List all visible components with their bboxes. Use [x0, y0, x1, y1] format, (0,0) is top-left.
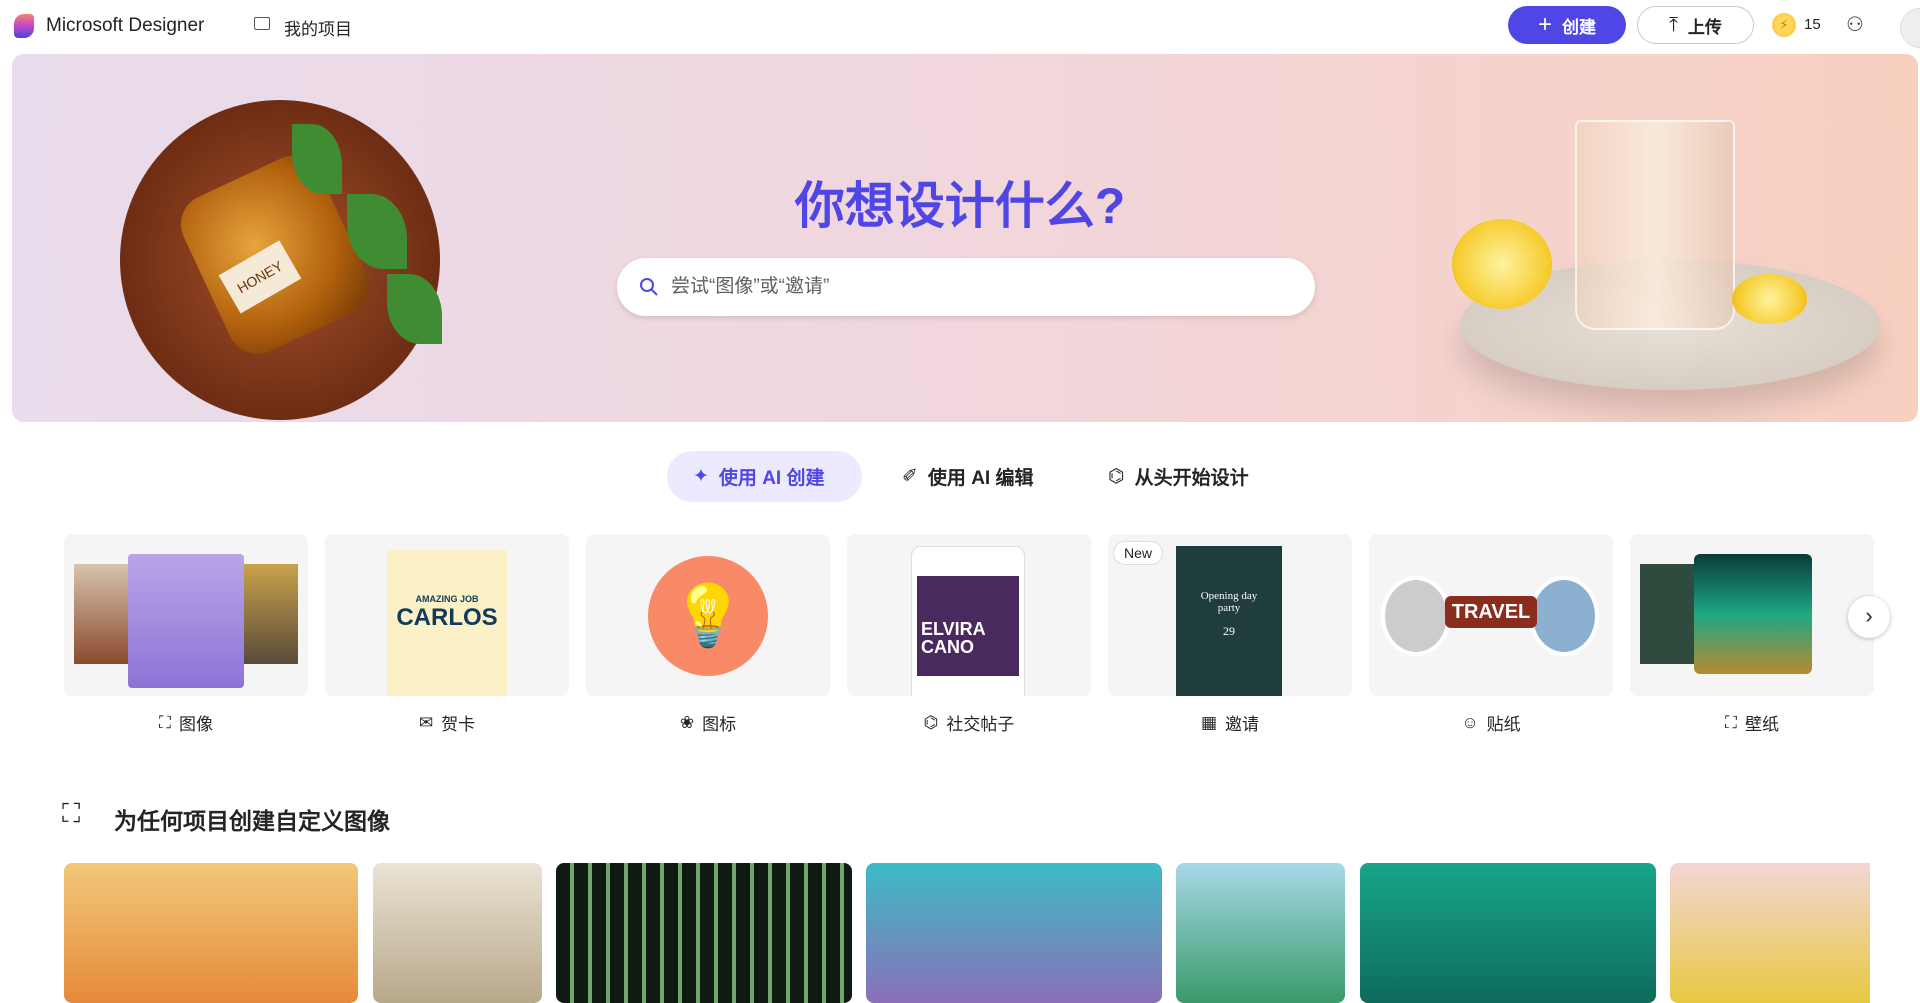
invitation-art: Opening day party 29	[1176, 546, 1282, 696]
label-text: 图像	[178, 715, 213, 734]
social-post-art: ELVIRA CANO	[917, 576, 1019, 676]
search-box[interactable]	[617, 258, 1315, 316]
label-text: 贺卡	[441, 715, 476, 734]
card-label-social[interactable]: ⌬ 社交帖子	[847, 710, 1091, 735]
tab-edit-with-ai[interactable]: ✐ 使用 AI 编辑	[876, 451, 1059, 502]
calendar-icon: ▦	[1200, 712, 1218, 732]
gallery-image[interactable]	[866, 863, 1162, 1003]
aurora-art	[1694, 554, 1812, 674]
invite-day: 29	[1223, 624, 1235, 638]
image-sparkle-icon: ⛶	[62, 798, 81, 828]
tab-label: 使用 AI 编辑	[927, 468, 1034, 489]
wallpaper-icon: ⛶	[1725, 712, 1737, 732]
image-sparkle-icon: ⛶	[159, 712, 171, 732]
credits-coin-icon[interactable]: ⚡	[1772, 13, 1796, 37]
tab-label: 使用 AI 创建	[718, 468, 825, 489]
shapes-icon: ⌬	[1108, 466, 1125, 487]
card-label-sticker[interactable]: ☺ 贴纸	[1369, 710, 1613, 735]
ice-cream-art	[128, 554, 244, 688]
sticker-art	[1529, 576, 1599, 656]
sticker-icon: ☺	[1461, 712, 1479, 732]
card-label-wallpaper[interactable]: ⛶ 壁纸	[1630, 710, 1874, 735]
label-text: 贴纸	[1486, 715, 1521, 734]
card-image[interactable]	[64, 534, 308, 696]
designer-logo[interactable]	[14, 14, 34, 38]
search-icon	[640, 278, 658, 296]
label-text: 社交帖子	[946, 715, 1015, 734]
gallery-image[interactable]	[1176, 863, 1345, 1003]
upload-button[interactable]: ⤒ 上传	[1637, 6, 1754, 44]
lemon-slice-image	[1732, 274, 1807, 324]
gallery-image[interactable]	[373, 863, 542, 1003]
gallery-image[interactable]	[1670, 863, 1870, 1003]
social-post-icon: ⌬	[923, 712, 939, 732]
card-label-invitation[interactable]: ▦ 邀请	[1108, 710, 1352, 735]
card-art-name: CARLOS	[396, 604, 498, 631]
tab-design-from-scratch[interactable]: ⌬ 从头开始设计	[1082, 451, 1275, 502]
lightbulb-art: 💡	[648, 556, 768, 676]
card-label-image[interactable]: ⛶ 图像	[64, 710, 308, 735]
card-social-post[interactable]: ELVIRA CANO	[847, 534, 1091, 696]
card-art-text: AMAZING JOB	[415, 594, 479, 604]
create-button[interactable]: + 创建	[1508, 6, 1626, 44]
label-text: 壁纸	[1744, 715, 1779, 734]
folder-icon	[254, 17, 270, 30]
plus-icon: +	[1537, 11, 1552, 38]
greeting-card-art: AMAZING JOB CARLOS	[387, 550, 507, 696]
tab-create-with-ai[interactable]: ✦ 使用 AI 创建	[667, 451, 862, 502]
hero-banner: HONEY	[12, 54, 1918, 422]
thumb-art	[74, 564, 134, 664]
top-bar: Microsoft Designer 我的项目 + 创建 ⤒ 上传 ⚡ 15 ⚇	[0, 0, 1920, 54]
credits-count[interactable]: 15	[1804, 16, 1821, 33]
avatar[interactable]	[1900, 8, 1920, 48]
gallery-image[interactable]	[64, 863, 358, 1003]
sparkle-icon: ✦	[693, 466, 709, 487]
carousel-next-button[interactable]: ›	[1848, 596, 1890, 638]
brand-name[interactable]: Microsoft Designer	[46, 15, 204, 37]
card-sticker[interactable]: TRAVEL	[1369, 534, 1613, 696]
upload-label: 上传	[1687, 17, 1722, 37]
new-badge: New	[1113, 541, 1164, 565]
card-label-icon[interactable]: ❀ 图标	[586, 710, 830, 735]
shapes-icon: ❀	[679, 712, 695, 732]
thumb-art	[238, 564, 298, 664]
section-title: 为任何项目创建自定义图像	[114, 808, 390, 834]
label-text: 邀请	[1225, 715, 1260, 734]
gallery-image[interactable]	[556, 863, 852, 1003]
my-projects-link[interactable]: 我的项目	[284, 15, 352, 40]
card-wallpaper[interactable]	[1630, 534, 1874, 696]
gallery-image[interactable]	[1360, 863, 1656, 1003]
sticker-art	[1381, 576, 1451, 656]
invite-title: Opening day party	[1200, 590, 1258, 614]
label-text: 图标	[702, 715, 737, 734]
thumb-art	[1640, 564, 1700, 664]
travel-sticker: TRAVEL	[1445, 596, 1537, 628]
search-input[interactable]	[671, 276, 1271, 298]
hero-title: 你想设计什么?	[794, 178, 1126, 234]
card-greeting[interactable]: AMAZING JOB CARLOS	[325, 534, 569, 696]
tab-label: 从头开始设计	[1134, 468, 1249, 489]
mail-icon: ✉	[418, 712, 434, 732]
card-icon[interactable]: 💡	[586, 534, 830, 696]
people-icon[interactable]: ⚇	[1846, 12, 1864, 37]
upload-arrow-icon: ⤒	[1669, 13, 1678, 36]
card-label-greeting[interactable]: ✉ 贺卡	[325, 710, 569, 735]
magic-wand-icon: ✐	[902, 466, 918, 487]
create-label: 创建	[1562, 17, 1596, 37]
